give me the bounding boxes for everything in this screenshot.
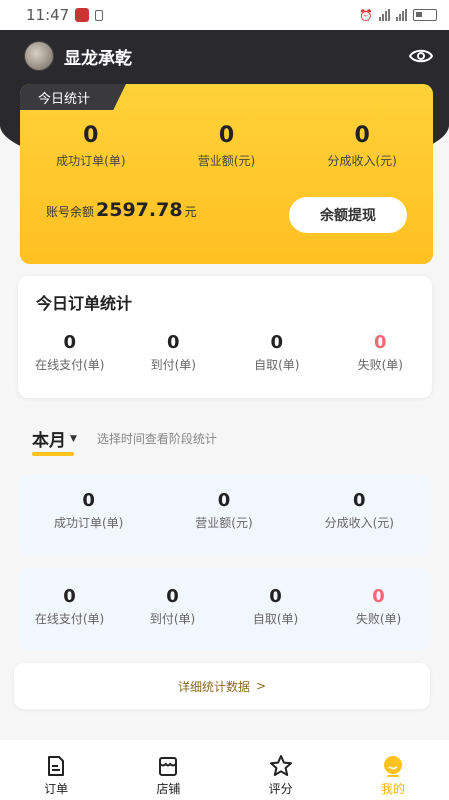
stat-value: 0 [217,490,231,511]
tab-orders[interactable]: 订单 [16,754,96,797]
star-icon [269,754,293,778]
stat-value: 0 [63,586,76,607]
stat-value: 0 [353,490,366,511]
withdraw-button[interactable]: 余额提现 [289,197,407,233]
detailed-stats-link[interactable]: 详细统计数据 > [14,663,430,709]
card-title: 今日订单统计 [36,294,133,313]
stat-commission: 0 分成收入(元) [327,122,396,169]
signal-icon [379,9,390,21]
chevron-right-icon: > [255,679,267,693]
month-underline [32,452,74,456]
order-icon [44,754,68,778]
stat-value: 0 [166,332,180,353]
bottom-tab-bar: 订单 店铺 评分 我的 [0,740,449,800]
stat-value: 0 [354,123,370,148]
balance-value: 2597.78 [96,199,183,221]
month-stats-card: 0 成功订单(单) 0 营业额(元) 0 分成收入(元) [18,474,430,556]
stat-value: 0 [269,586,282,607]
stat-commission: 0 分成收入(元) [325,490,394,531]
month-order-stats-card: 0 在线支付(单) 0 到付(单) 0 自取(单) 0 失败(单) [18,568,430,650]
stat-label: 到付(单) [150,358,196,372]
shop-icon [156,754,180,778]
balance-unit: 元 [184,205,197,219]
month-label: 本月 [32,431,66,451]
stat-label: 在线支付(单) [35,358,105,372]
lock-icon [95,9,104,21]
stat-value: 0 [372,586,385,607]
stat-label: 成功订单(单) [53,516,124,530]
stat-label: 失败(单) [357,358,403,372]
month-stats: 0 成功订单(单) 0 营业额(元) 0 分成收入(元) [18,490,430,531]
stat-label: 到付(单) [149,612,196,626]
stat-label: 失败(单) [355,612,402,626]
stat-revenue: 0 营业额(元) [195,490,252,531]
status-bar: 11:47 ⏰ [0,0,449,30]
today-tab-label: 今日统计 [20,84,126,110]
stat-label: 在线支付(单) [34,612,105,626]
tab-rating[interactable]: 评分 [241,754,321,797]
detail-link-label: 详细统计数据 [177,679,250,694]
caret-down-icon: ▼ [70,433,77,444]
month-order-stats: 0 在线支付(单) 0 到付(单) 0 自取(单) 0 失败(单) [18,586,430,627]
alarm-icon: ⏰ [359,8,373,22]
balance-label: 账号余额 [46,205,95,219]
stat-value: 0 [270,332,284,353]
today-stats-card: 今日统计 0 成功订单(单) 0 营业额(元) 0 分成收入(元) 账号余额 2… [20,84,433,264]
stat-online-pay: 0 在线支付(单) [18,586,121,627]
user-header: 显龙承乾 [24,40,434,72]
stat-value: 0 [82,490,95,511]
stat-label: 自取(单) [254,358,300,372]
stat-online-pay: 0 在线支付(单) [18,332,122,373]
stat-pickup: 0 自取(单) [224,586,327,627]
stat-value: 0 [63,332,77,353]
app-notification-icon [75,8,90,22]
stat-label: 营业额(元) [195,516,253,530]
stat-value: 0 [166,586,179,607]
stat-value: 0 [373,332,387,353]
stat-cash-on-delivery: 0 到付(单) [121,586,224,627]
stat-value: 0 [83,123,99,148]
stat-failed: 0 失败(单) [327,586,430,627]
stat-label: 分成收入(元) [327,154,397,168]
today-stats: 0 成功订单(单) 0 营业额(元) 0 分成收入(元) [20,122,433,169]
stat-value: 0 [218,123,235,148]
stat-label: 营业额(元) [197,154,256,168]
tab-label: 评分 [268,782,293,796]
tab-label: 订单 [44,782,69,796]
stat-label: 自取(单) [252,612,299,626]
stat-revenue: 0 营业额(元) [198,122,255,169]
signal-icon-2 [396,9,407,21]
month-dropdown[interactable]: 本月 ▼ [32,426,77,456]
username: 显龙承乾 [64,48,132,69]
stat-cash-on-delivery: 0 到付(单) [122,332,226,373]
stat-success-orders: 0 成功订单(单) [54,490,123,531]
stat-label: 成功订单(单) [56,154,126,168]
tab-mine[interactable]: 我的 [353,754,433,797]
tab-label: 店铺 [156,782,181,796]
avatar[interactable] [24,41,54,71]
period-hint: 选择时间查看阶段统计 [96,432,217,446]
stat-label: 分成收入(元) [324,516,394,530]
stat-failed: 0 失败(单) [329,332,433,373]
tab-shop[interactable]: 店铺 [128,754,208,797]
eye-icon[interactable] [408,43,434,69]
stat-success-orders: 0 成功订单(单) [56,122,125,169]
today-order-stats: 0 在线支付(单) 0 到付(单) 0 自取(单) 0 失败(单) [18,332,432,373]
account-balance: 账号余额 2597.78 元 [46,199,197,221]
today-order-stats-card: 今日订单统计 0 在线支付(单) 0 到付(单) 0 自取(单) 0 失败(单) [18,276,432,398]
battery-icon [413,9,437,21]
stat-pickup: 0 自取(单) [225,332,329,373]
period-selector-row: 本月 ▼ 选择时间查看阶段统计 [32,426,217,456]
profile-icon [381,754,405,778]
tab-label: 我的 [380,782,405,796]
status-time: 11:47 [26,6,70,24]
